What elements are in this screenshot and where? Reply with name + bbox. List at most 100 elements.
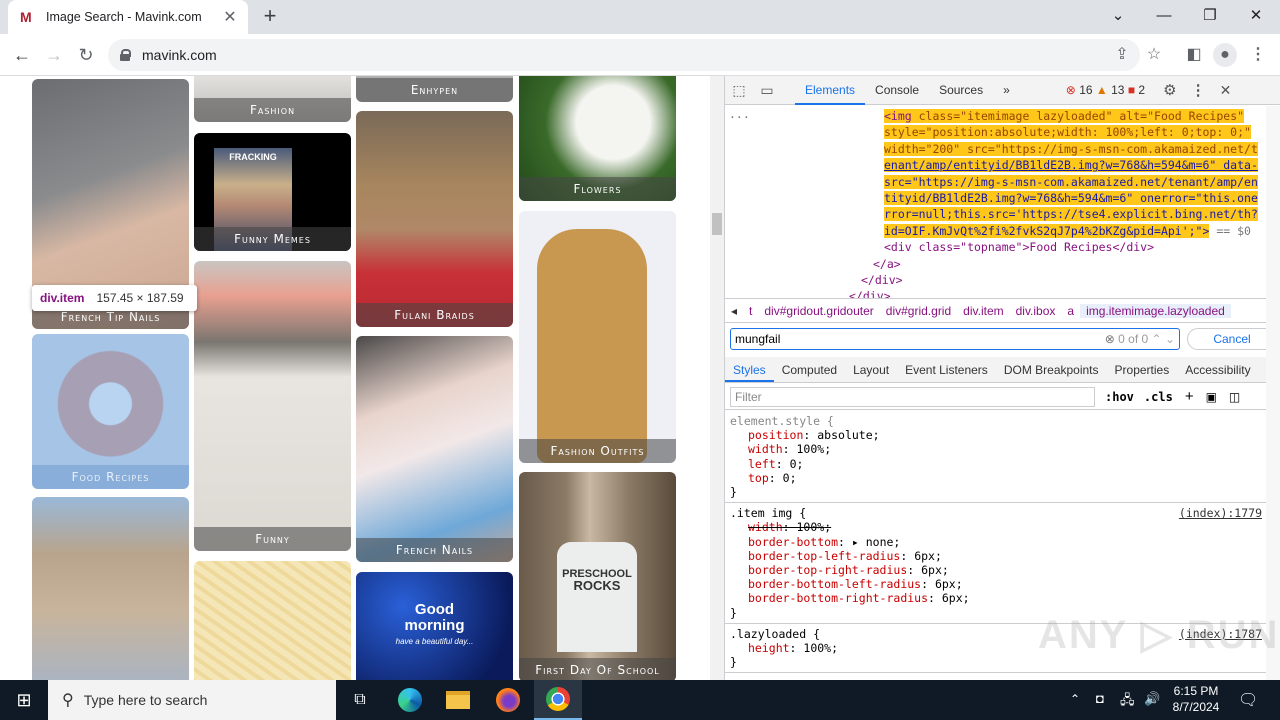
breadcrumb-item[interactable]: div#grid.grid (880, 304, 957, 318)
subtab-accessibility[interactable]: Accessibility (1177, 357, 1258, 382)
maximize-button[interactable]: ❐ (1190, 4, 1230, 28)
breadcrumb-item[interactable]: div.item (957, 304, 1009, 318)
tab-console[interactable]: Console (865, 76, 929, 105)
dom-ellipsis[interactable]: ... (729, 106, 750, 122)
breadcrumb-item[interactable]: div#gridout.gridouter (758, 304, 879, 318)
dom-line[interactable]: <div class="topname">Food Recipes</div> (884, 239, 1264, 255)
issue-counters[interactable]: ⊗ 16 ▲ 13 ■ 2 (1066, 83, 1145, 97)
devtools-menu-icon[interactable]: ⋮ (1191, 81, 1206, 99)
cancel-search-button[interactable]: Cancel (1187, 328, 1277, 350)
css-prop[interactable]: border-top-right-radius: 6px; (730, 563, 1262, 577)
css-prop[interactable]: border-bottom-left-radius: 6px; (730, 577, 1262, 591)
more-tabs-button[interactable]: » (993, 76, 1020, 105)
subtab-styles[interactable]: Styles (725, 357, 774, 382)
card-enhypen[interactable]: Enhypen (356, 76, 513, 102)
css-prop[interactable]: position: absolute; (730, 428, 1262, 442)
inspect-element-icon[interactable]: ⬚ (725, 82, 753, 99)
toggle-sidebar-icon[interactable]: ◫ (1229, 390, 1240, 404)
browser-tab[interactable]: M Image Search - Mavink.com ✕ (8, 0, 248, 34)
chrome-icon[interactable] (534, 680, 582, 720)
clock[interactable]: 6:15 PM 8/7/2024 (1168, 683, 1224, 715)
card-flowers[interactable]: Flowers (519, 76, 676, 201)
menu-kebab-icon[interactable]: ⋮ (1246, 43, 1270, 67)
css-prop[interactable]: border-bottom: ▸ none; (730, 535, 1262, 549)
card-noodles[interactable] (194, 561, 351, 680)
close-devtools-icon[interactable]: ✕ (1220, 82, 1232, 99)
volume-icon[interactable]: 🔊 (1144, 691, 1160, 707)
next-match-icon[interactable]: ⌄ (1165, 332, 1175, 346)
devtools-scrollbar[interactable] (1266, 106, 1280, 680)
breadcrumb-item-active[interactable]: img.itemimage.lazyloaded (1080, 303, 1231, 318)
subtab-dom-breakpoints[interactable]: DOM Breakpoints (996, 357, 1107, 382)
css-prop[interactable]: left: 0; (730, 457, 1262, 471)
breadcrumb-item[interactable]: div.ibox (1010, 304, 1062, 318)
new-rule-icon[interactable]: + (1185, 388, 1194, 405)
breadcrumb-item[interactable]: t (743, 304, 758, 318)
card-food-recipes[interactable]: Food Recipes (32, 334, 189, 489)
file-explorer-icon[interactable] (434, 680, 482, 720)
tab-search-chevron-icon[interactable]: ⌄ (1098, 4, 1138, 28)
subtab-computed[interactable]: Computed (774, 357, 845, 382)
styles-filter-input[interactable]: Filter (730, 386, 1095, 407)
firefox-icon[interactable] (484, 680, 532, 720)
css-prop[interactable]: top: 0; (730, 471, 1262, 485)
css-prop[interactable]: width: 100%; (730, 442, 1262, 456)
task-view-icon[interactable]: ⧉ (336, 680, 384, 720)
subtab-properties[interactable]: Properties (1107, 357, 1178, 382)
breadcrumb-item[interactable]: a (1061, 304, 1080, 318)
dom-line[interactable]: </a> (873, 256, 901, 272)
taskbar-search[interactable]: ⚲ Type here to search (48, 680, 336, 720)
page-scrollbar[interactable] (710, 76, 724, 680)
tab-sources[interactable]: Sources (929, 76, 993, 105)
edge-icon[interactable] (386, 680, 434, 720)
card-fashion[interactable]: Fashion (194, 76, 351, 122)
network-icon[interactable]: 🖧 (1120, 691, 1135, 713)
hov-toggle[interactable]: :hov (1105, 390, 1134, 404)
tab-close-icon[interactable]: ✕ (222, 7, 238, 27)
css-prop-overridden[interactable]: width: 100%; (730, 520, 1262, 534)
clear-search-icon[interactable]: ⊗ (1105, 332, 1115, 346)
dom-search-input[interactable]: mungfail ⊗ 0 of 0 ⌃ ⌄ (730, 328, 1180, 350)
lock-icon[interactable] (120, 49, 131, 61)
address-bar[interactable]: mavink.com (108, 39, 1140, 71)
subtab-event-listeners[interactable]: Event Listeners (897, 357, 996, 382)
profile-avatar-icon[interactable]: ● (1213, 43, 1237, 67)
card-french-nails[interactable]: French Nails (356, 336, 513, 562)
new-tab-button[interactable]: + (258, 5, 282, 29)
side-panel-icon[interactable]: ◧ (1182, 43, 1206, 67)
subtab-layout[interactable]: Layout (845, 357, 897, 382)
tab-elements[interactable]: Elements (795, 76, 866, 105)
windows-start-icon[interactable]: ⊞ (0, 680, 48, 720)
card-fashion-outfits[interactable]: Fashion Outfits (519, 211, 676, 463)
dom-line[interactable]: </div> (861, 272, 903, 288)
bookmark-star-icon[interactable]: ☆ (1142, 43, 1166, 67)
breadcrumb-scroll-left-icon[interactable]: ◂ (725, 304, 743, 318)
card-first-day-of-school[interactable]: PRESCHOOL ROCKS First Day Of School (519, 472, 676, 680)
close-window-button[interactable]: ✕ (1236, 4, 1276, 28)
notifications-icon[interactable]: 🗨 (1238, 690, 1258, 710)
back-icon[interactable]: ← (10, 43, 34, 67)
card-funny[interactable]: Funny (194, 261, 351, 551)
css-prop[interactable]: border-bottom-right-radius: 6px; (730, 591, 1262, 605)
device-toolbar-icon[interactable]: ▭ (753, 82, 781, 99)
rule-source-link[interactable]: (index):1779 (1179, 506, 1262, 520)
settings-gear-icon[interactable]: ⚙ (1163, 81, 1176, 99)
cls-toggle[interactable]: .cls (1144, 390, 1173, 404)
url-text[interactable]: mavink.com (142, 47, 217, 63)
card-fashion-flannel[interactable] (32, 497, 189, 680)
selected-node[interactable]: <img class="itemimage lazyloaded" alt="F… (884, 108, 1264, 256)
scrollbar-thumb[interactable] (712, 213, 722, 235)
reload-icon[interactable]: ↻ (74, 43, 98, 67)
minimize-button[interactable]: — (1144, 4, 1184, 28)
prev-match-icon[interactable]: ⌃ (1152, 332, 1162, 346)
card-fulani-braids[interactable]: Fulani Braids (356, 111, 513, 327)
dom-line[interactable]: </div> (849, 288, 891, 298)
css-prop[interactable]: border-top-left-radius: 6px; (730, 549, 1262, 563)
show-hidden-icons[interactable]: ⌃ (1070, 692, 1080, 706)
paint-icon[interactable]: ▣ (1206, 390, 1217, 404)
meet-now-icon[interactable]: ◘ (1096, 691, 1104, 706)
search-value[interactable]: mungfail (735, 332, 1105, 346)
share-icon[interactable]: ⇪ (1110, 43, 1134, 67)
card-good-morning[interactable]: Good morning have a beautiful day... (356, 572, 513, 680)
dom-link[interactable]: enant/amp/entityid/BB1ldE2B.img?w=768&h=… (884, 158, 1258, 173)
